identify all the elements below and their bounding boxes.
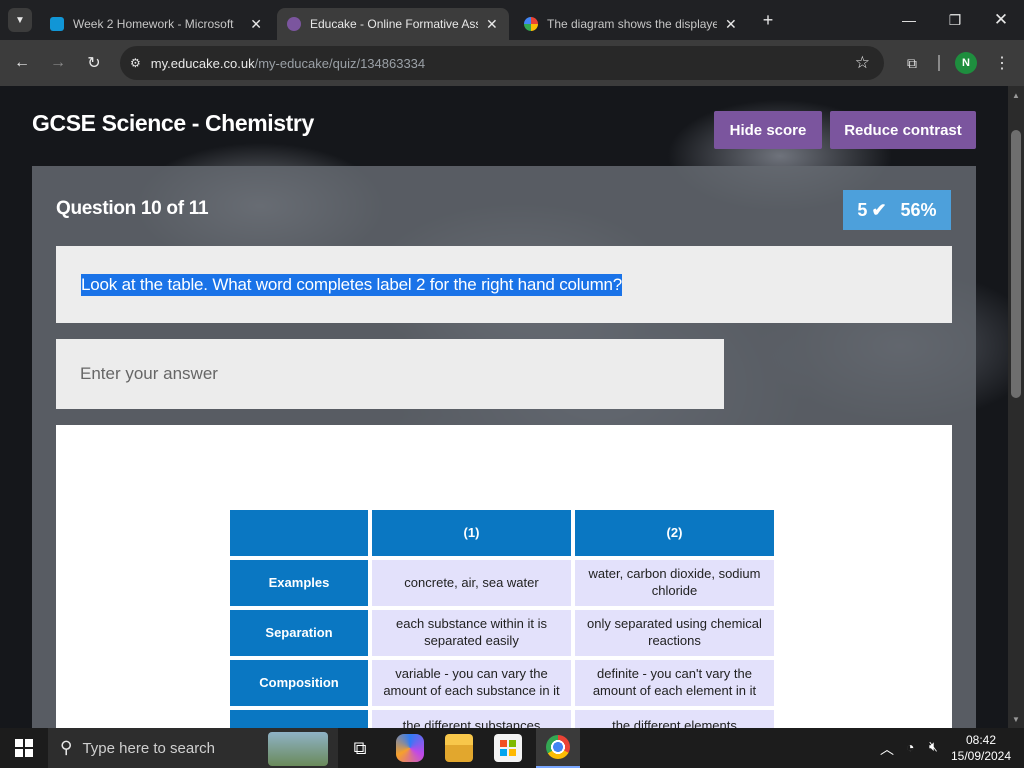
- row-label: Examples: [230, 560, 368, 606]
- score-badge: 5 ✔ 56%: [843, 190, 951, 230]
- table-cell: concrete, air, sea water: [372, 560, 571, 606]
- minimize-button[interactable]: —: [886, 8, 932, 32]
- question-card: Question 10 of 11 5 ✔ 56% Look at the ta…: [32, 166, 976, 728]
- close-window-button[interactable]: ✕: [978, 8, 1024, 32]
- url-path: /my-educake/quiz/134863334: [254, 55, 426, 71]
- bookmark-star-icon[interactable]: ☆: [855, 53, 870, 73]
- table-cell: each substance within it is separated ea…: [372, 610, 571, 656]
- scrollbar-thumb[interactable]: [1011, 130, 1021, 398]
- educake-icon: [287, 17, 301, 31]
- arrow-left-icon: ←: [14, 54, 30, 71]
- reload-icon: ↻: [87, 55, 101, 72]
- restore-button[interactable]: ❐: [932, 8, 978, 32]
- chrome-icon: [546, 735, 570, 759]
- question-box: Look at the table. What word completes l…: [56, 246, 952, 323]
- extensions-button[interactable]: ⧉: [899, 50, 925, 76]
- windows-logo-icon: [15, 739, 33, 757]
- plus-icon: +: [762, 9, 774, 30]
- new-tab-button[interactable]: +: [756, 8, 780, 32]
- scroll-down-arrow[interactable]: ▼: [1008, 712, 1024, 726]
- search-icon: ⚲: [60, 738, 73, 757]
- clock-time: 08:42: [965, 733, 997, 747]
- taskbar-search[interactable]: ⚲ Type here to search: [48, 728, 338, 768]
- menu-button[interactable]: ⋮: [989, 50, 1015, 76]
- site-info-icon[interactable]: ⚙: [130, 56, 141, 70]
- close-icon[interactable]: ✕: [725, 16, 737, 33]
- table-header-col2: (2): [575, 510, 774, 556]
- start-button[interactable]: [0, 728, 48, 768]
- answer-input[interactable]: [56, 339, 724, 409]
- table-cell: water, carbon dioxide, sodium chloride: [575, 560, 774, 606]
- table-row: Composition variable - you can vary the …: [230, 660, 774, 706]
- close-icon[interactable]: ✕: [486, 16, 498, 33]
- puzzle-icon: ⧉: [907, 54, 917, 71]
- tab-educake[interactable]: Educake - Online Formative Assessment ✕: [277, 8, 509, 40]
- search-placeholder: Type here to search: [82, 739, 216, 757]
- table-cell: only separated using chemical reactions: [575, 610, 774, 656]
- comparison-table: (1) (2) Examples concrete, air, sea wate…: [226, 506, 778, 728]
- question-text: Look at the table. What word completes l…: [81, 273, 623, 296]
- task-view-icon[interactable]: ⧉: [346, 734, 374, 762]
- table-header-col1: (1): [372, 510, 571, 556]
- toolbar-divider: [938, 55, 940, 71]
- url-domain: my.educake.co.uk: [150, 55, 255, 71]
- table-row: the different substances the different e…: [230, 710, 774, 728]
- page-content: GCSE Science - Chemistry Hide score Redu…: [0, 86, 1008, 728]
- kebab-menu-icon: ⋮: [994, 55, 1010, 72]
- table-row: Separation each substance within it is s…: [230, 610, 774, 656]
- table-cell: definite - you can't vary the amount of …: [575, 660, 774, 706]
- tab-strip: ▼ Week 2 Homework - Microsoft ✕ Educake …: [0, 0, 1024, 40]
- close-icon: ✕: [993, 10, 1009, 29]
- minimize-icon: —: [902, 12, 916, 28]
- tab-title: Educake - Online Formative Assessment: [310, 17, 478, 31]
- page-title: GCSE Science - Chemistry: [32, 110, 314, 136]
- copilot-icon[interactable]: [396, 734, 424, 762]
- reload-button[interactable]: ↻: [81, 50, 107, 76]
- question-counter: Question 10 of 11: [56, 198, 209, 219]
- question-image-panel: (1) (2) Examples concrete, air, sea wate…: [56, 425, 952, 728]
- profile-avatar[interactable]: N: [955, 52, 977, 74]
- row-label: Separation: [230, 610, 368, 656]
- hide-score-button[interactable]: Hide score: [714, 111, 822, 149]
- chrome-taskbar-button[interactable]: [536, 728, 580, 768]
- clock[interactable]: 08:42 15/09/2024: [946, 732, 1016, 764]
- tab-title: Week 2 Homework - Microsoft: [73, 17, 234, 31]
- forward-button[interactable]: →: [45, 50, 71, 76]
- table-header-corner: [230, 510, 368, 556]
- restore-icon: ❐: [948, 11, 962, 28]
- score-count: 5: [857, 199, 868, 220]
- row-label: [230, 710, 368, 728]
- row-label: Composition: [230, 660, 368, 706]
- table-cell: the different substances: [372, 710, 571, 728]
- file-explorer-icon[interactable]: [445, 734, 473, 762]
- network-icon[interactable]: ◔: [906, 739, 914, 755]
- table-cell: the different elements: [575, 710, 774, 728]
- back-button[interactable]: ←: [9, 50, 35, 76]
- tab-homework[interactable]: Week 2 Homework - Microsoft ✕: [40, 8, 272, 40]
- address-bar[interactable]: ⚙ my.educake.co.uk/my-educake/quiz/13486…: [120, 46, 884, 80]
- score-percent: 56%: [900, 199, 937, 220]
- search-highlight-icon: [268, 732, 328, 766]
- url-text[interactable]: my.educake.co.uk/my-educake/quiz/1348633…: [151, 56, 425, 71]
- chevron-down-icon: ▼: [15, 14, 25, 26]
- clock-date: 15/09/2024: [950, 749, 1012, 763]
- teams-icon: [50, 17, 64, 31]
- table-row: Examples concrete, air, sea water water,…: [230, 560, 774, 606]
- windows-taskbar: ⚲ Type here to search ⧉ ︿ ◔ 🔇︎ 08:42 15/…: [0, 728, 1024, 768]
- store-icon[interactable]: [494, 734, 522, 762]
- tab-title: The diagram shows the displayed: [547, 17, 717, 31]
- google-icon: [524, 17, 538, 31]
- volume-muted-icon[interactable]: 🔇︎: [929, 738, 938, 755]
- close-icon[interactable]: ✕: [250, 16, 262, 33]
- arrow-right-icon: →: [50, 54, 66, 71]
- chevron-up-icon[interactable]: ︿: [880, 739, 894, 759]
- scroll-up-arrow[interactable]: ▲: [1008, 88, 1024, 102]
- browser-toolbar: ← → ↻ ⚙ my.educake.co.uk/my-educake/quiz…: [0, 40, 1024, 86]
- check-icon: ✔: [871, 199, 887, 220]
- tab-google[interactable]: The diagram shows the displayed ✕: [514, 8, 748, 40]
- reduce-contrast-button[interactable]: Reduce contrast: [830, 111, 976, 149]
- tab-search-button[interactable]: ▼: [8, 8, 32, 32]
- table-cell: variable - you can vary the amount of ea…: [372, 660, 571, 706]
